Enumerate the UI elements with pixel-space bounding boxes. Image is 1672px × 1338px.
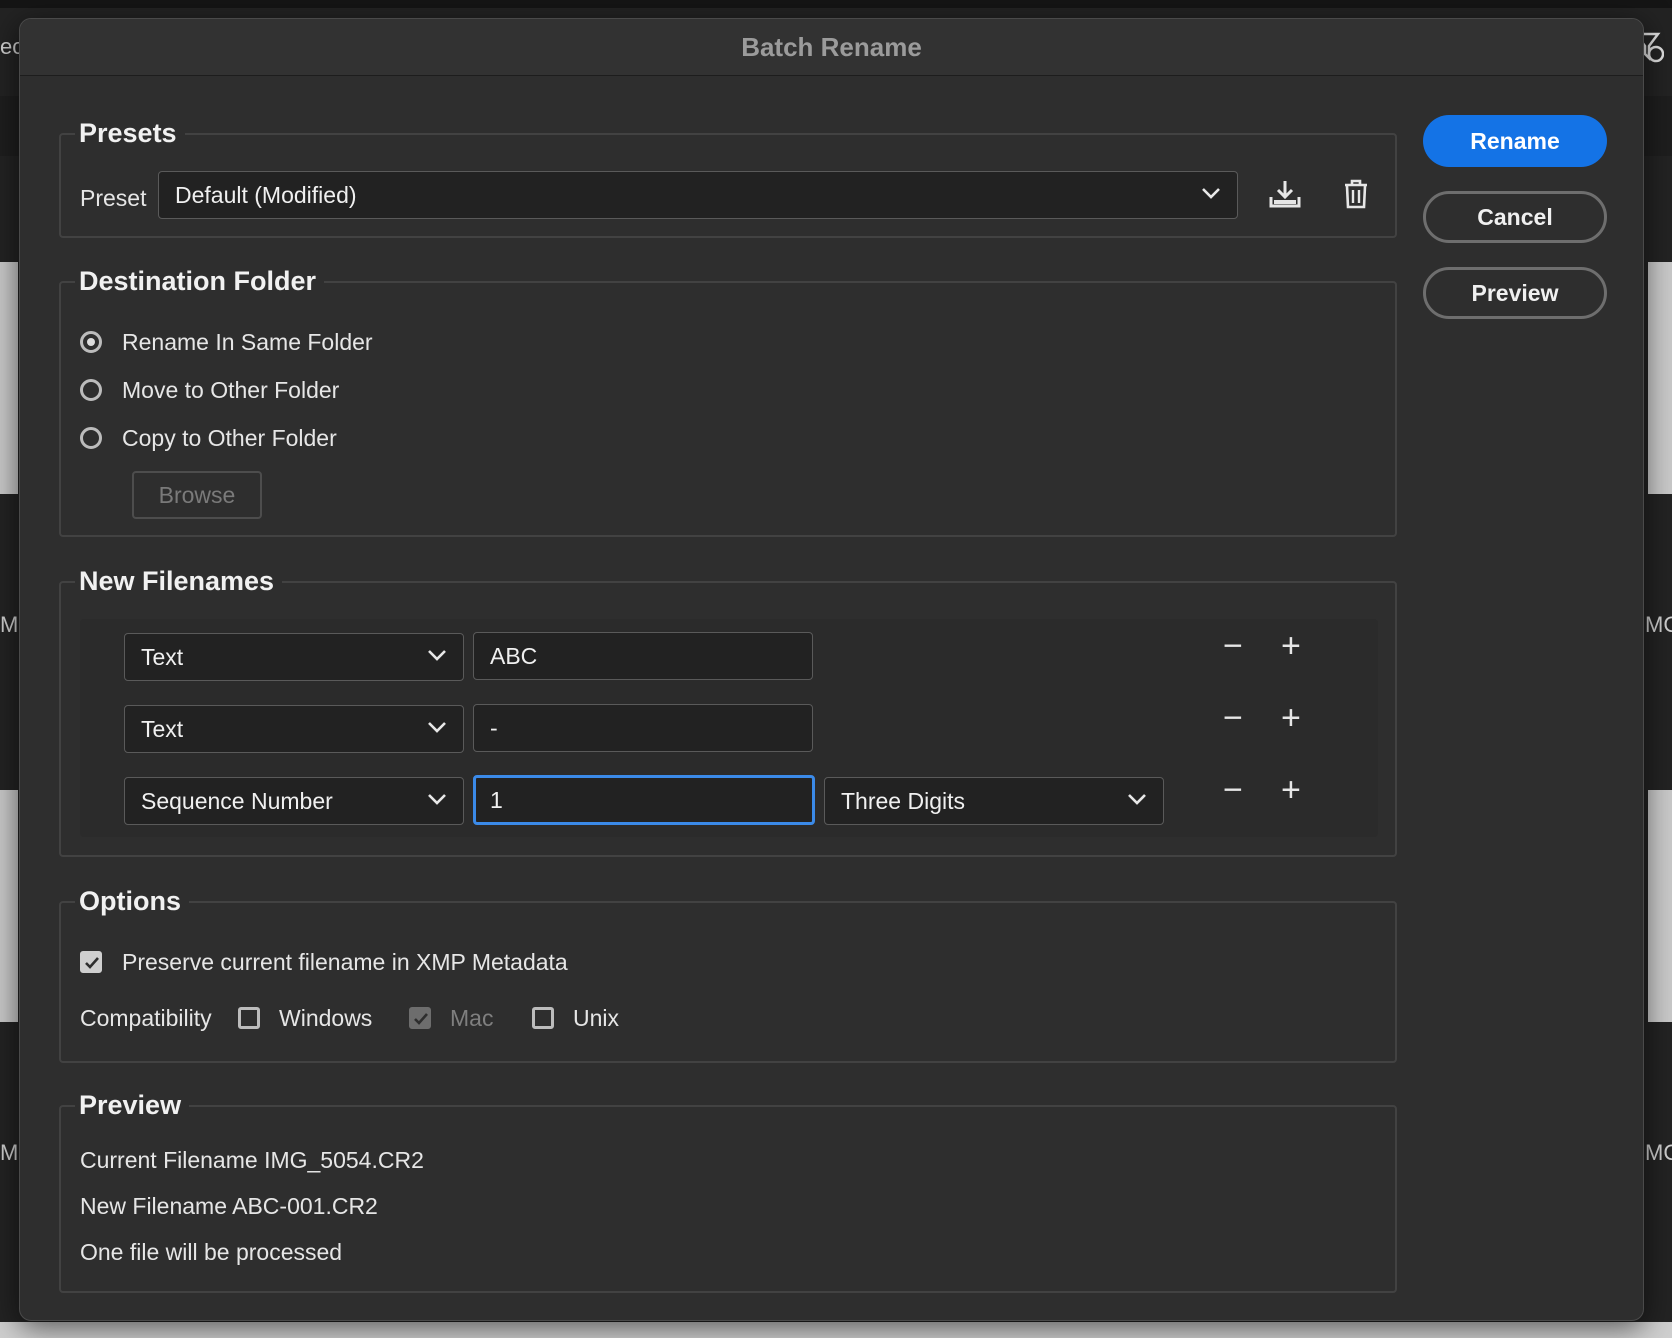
- filename-element-type-select[interactable]: Text: [124, 705, 464, 753]
- preserve-filename-label: Preserve current filename in XMP Metadat…: [122, 949, 568, 975]
- input-value: 1: [490, 786, 503, 813]
- background-top-bar: [0, 0, 1672, 8]
- unix-checkbox[interactable]: [532, 1007, 554, 1029]
- preset-select-value: Default (Modified): [175, 181, 357, 208]
- chevron-down-icon: [428, 794, 446, 805]
- windows-label: Windows: [279, 1005, 373, 1031]
- filename-element-type-select[interactable]: Sequence Number: [124, 777, 464, 825]
- background-thumbnail: [1648, 262, 1672, 494]
- radio-move-other-folder[interactable]: [80, 379, 102, 401]
- options-legend: Options: [75, 881, 189, 921]
- chevron-down-icon: [1202, 188, 1220, 199]
- dialog-title: Batch Rename: [741, 31, 922, 62]
- select-value: Three Digits: [841, 787, 965, 814]
- chevron-down-icon: [428, 650, 446, 661]
- background-thumbnail: [1648, 790, 1672, 1022]
- filename-text-input[interactable]: -: [473, 704, 813, 752]
- filename-text-input[interactable]: ABC: [473, 632, 813, 680]
- mac-label: Mac: [450, 1005, 494, 1031]
- background-thumbnail-strip: [0, 1322, 1672, 1338]
- files-processed-text: One file will be processed: [80, 1239, 343, 1265]
- current-filename-text: Current Filename IMG_5054.CR2: [80, 1147, 424, 1173]
- chevron-down-icon: [1128, 794, 1146, 805]
- radio-label: Rename In Same Folder: [122, 329, 373, 355]
- preview-group: Preview Current Filename IMG_5054.CR2 Ne…: [59, 1085, 1397, 1293]
- sequence-digits-select[interactable]: Three Digits: [824, 777, 1164, 825]
- presets-group: Presets Preset Default (Modified): [59, 113, 1397, 238]
- rename-button[interactable]: Rename: [1423, 115, 1607, 167]
- options-group: Options Preserve current filename in XMP…: [59, 881, 1397, 1063]
- new-filenames-legend: New Filenames: [75, 561, 283, 601]
- new-filename-text: New Filename ABC-001.CR2: [80, 1193, 378, 1219]
- cancel-button[interactable]: Cancel: [1423, 191, 1607, 243]
- dialog-titlebar: Batch Rename: [20, 19, 1643, 76]
- select-value: Text: [141, 715, 184, 742]
- radio-label: Move to Other Folder: [122, 377, 340, 403]
- save-preset-download-icon[interactable]: [1268, 177, 1302, 211]
- add-row-plus-icon[interactable]: +: [1281, 771, 1301, 810]
- chevron-down-icon: [428, 722, 446, 733]
- destination-legend: Destination Folder: [75, 261, 325, 301]
- mac-checkbox: [409, 1007, 431, 1029]
- input-value: -: [490, 714, 498, 741]
- destination-folder-group: Destination Folder Rename In Same Folder…: [59, 261, 1397, 537]
- radio-rename-same-folder[interactable]: [80, 331, 102, 353]
- background-thumbnail: [0, 262, 18, 494]
- radio-label: Copy to Other Folder: [122, 425, 337, 451]
- remove-row-minus-icon[interactable]: −: [1223, 627, 1243, 666]
- select-value: Sequence Number: [141, 787, 333, 814]
- batch-rename-dialog: Batch Rename Rename Cancel Preview Prese…: [19, 18, 1644, 1321]
- presets-legend: Presets: [75, 113, 185, 153]
- add-row-plus-icon[interactable]: +: [1281, 699, 1301, 738]
- preview-button[interactable]: Preview: [1423, 267, 1607, 319]
- unix-label: Unix: [573, 1005, 620, 1031]
- input-value: ABC: [490, 642, 538, 669]
- filename-element-type-select[interactable]: Text: [124, 633, 464, 681]
- browse-button[interactable]: Browse: [132, 471, 262, 519]
- preset-select[interactable]: Default (Modified): [158, 171, 1238, 219]
- delete-preset-trash-icon[interactable]: [1339, 177, 1373, 211]
- select-value: Text: [141, 643, 184, 670]
- compatibility-label: Compatibility: [80, 1005, 212, 1031]
- new-filenames-group: New Filenames Text ABC − + Text - − + Se…: [59, 561, 1397, 857]
- remove-row-minus-icon[interactable]: −: [1223, 699, 1243, 738]
- windows-checkbox[interactable]: [238, 1007, 260, 1029]
- radio-copy-other-folder[interactable]: [80, 427, 102, 449]
- preset-label: Preset: [80, 185, 147, 211]
- checkmark-icon: [414, 1013, 428, 1025]
- sequence-start-input[interactable]: 1: [473, 775, 815, 825]
- background-edge-label: MG: [1645, 1140, 1672, 1165]
- remove-row-minus-icon[interactable]: −: [1223, 771, 1243, 810]
- preview-legend: Preview: [75, 1085, 190, 1125]
- preserve-filename-checkbox[interactable]: [80, 951, 102, 973]
- add-row-plus-icon[interactable]: +: [1281, 627, 1301, 666]
- background-thumbnail: [0, 790, 18, 1022]
- background-edge-label: MG: [1645, 612, 1672, 637]
- checkmark-icon: [85, 957, 99, 969]
